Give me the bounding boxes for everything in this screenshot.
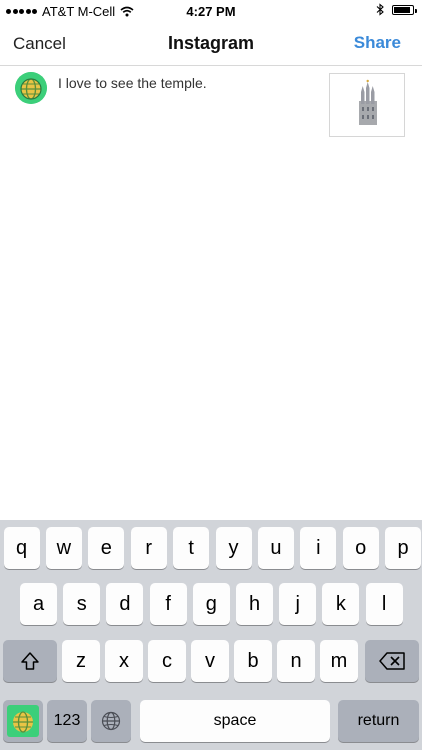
key-v[interactable]: v (191, 640, 229, 682)
return-key[interactable]: return (338, 700, 419, 742)
bluetooth-icon (376, 3, 384, 16)
emoji-app-icon (7, 705, 39, 737)
backspace-icon (379, 652, 405, 670)
battery-level (394, 6, 411, 13)
key-l[interactable]: l (365, 583, 403, 625)
status-right (376, 3, 417, 16)
key-p[interactable]: p (385, 527, 422, 569)
share-button[interactable]: Share (354, 33, 401, 53)
key-h[interactable]: h (236, 583, 273, 625)
key-q[interactable]: q (3, 527, 40, 569)
key-x[interactable]: x (105, 640, 143, 682)
nav-bar: Cancel Instagram Share (0, 22, 422, 66)
post-thumbnail (329, 73, 405, 137)
key-i[interactable]: i (300, 527, 337, 569)
shift-icon (21, 652, 39, 670)
globe-icon (101, 711, 121, 731)
key-k[interactable]: k (322, 583, 360, 625)
compose-area[interactable]: I love to see the temple. (0, 66, 422, 520)
key-f[interactable]: f (149, 583, 187, 625)
battery-icon (392, 4, 417, 15)
status-time: 4:27 PM (186, 4, 236, 19)
key-t[interactable]: t (173, 527, 210, 569)
key-j[interactable]: j (279, 583, 317, 625)
temple-image (359, 79, 377, 125)
keyboard: 123 space return qwertyuiop asdfghjkl zxcv… (0, 520, 422, 750)
key-o[interactable]: o (342, 527, 379, 569)
backspace-key[interactable] (365, 640, 419, 682)
key-n[interactable]: n (277, 640, 315, 682)
key-e[interactable]: e (88, 527, 125, 569)
key-b[interactable]: b (234, 640, 272, 682)
emoji-app-key[interactable] (3, 700, 43, 742)
key-r[interactable]: r (130, 527, 167, 569)
avatar (15, 72, 47, 104)
key-u[interactable]: u (257, 527, 294, 569)
globe-key[interactable] (91, 700, 131, 742)
key-y[interactable]: y (215, 527, 252, 569)
key-a[interactable]: a (20, 583, 57, 625)
key-g[interactable]: g (192, 583, 230, 625)
caption-text[interactable]: I love to see the temple. (58, 75, 207, 91)
key-d[interactable]: d (106, 583, 144, 625)
key-m[interactable]: m (320, 640, 358, 682)
key-s[interactable]: s (63, 583, 101, 625)
key-z[interactable]: z (62, 640, 100, 682)
key-c[interactable]: c (148, 640, 186, 682)
key-w[interactable]: w (45, 527, 82, 569)
status-bar: AT&T M-Cell 4:27 PM (0, 0, 422, 22)
space-key[interactable]: space (140, 700, 330, 742)
shift-key[interactable] (3, 640, 57, 682)
numbers-key[interactable]: 123 (47, 700, 87, 742)
